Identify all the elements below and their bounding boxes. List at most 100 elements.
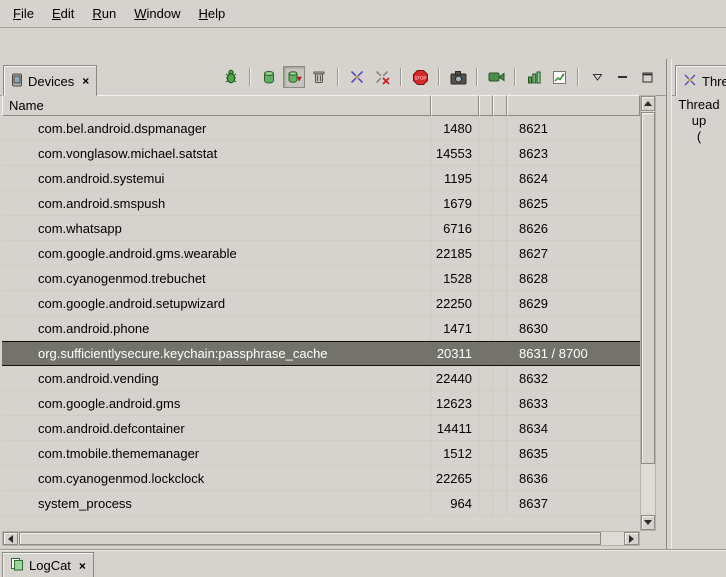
toolbar-separator bbox=[514, 68, 516, 86]
cell-spacer1 bbox=[479, 342, 493, 365]
stop-process-icon[interactable]: STOP bbox=[409, 66, 431, 88]
arrow-down-icon bbox=[644, 520, 652, 525]
scroll-right-button[interactable] bbox=[624, 532, 639, 545]
column-header-spacer2[interactable] bbox=[493, 95, 507, 116]
menu-run[interactable]: Run bbox=[83, 2, 125, 25]
cell-name: com.google.android.setupwizard bbox=[2, 291, 431, 315]
update-heap-icon[interactable] bbox=[258, 66, 280, 88]
cell-name: com.google.android.gms bbox=[2, 391, 431, 415]
cell-pid: 22185 bbox=[431, 241, 479, 265]
cell-spacer2 bbox=[493, 416, 507, 440]
cell-port: 8623 bbox=[507, 141, 640, 165]
cell-spacer1 bbox=[479, 466, 493, 490]
cause-gc-icon[interactable] bbox=[308, 66, 330, 88]
capture-systrace-icon[interactable] bbox=[548, 66, 570, 88]
cell-spacer2 bbox=[493, 166, 507, 190]
device-icon bbox=[11, 73, 23, 90]
toolbar-separator bbox=[400, 68, 402, 86]
column-header-name[interactable]: Name bbox=[2, 95, 431, 116]
cell-name: com.android.smspush bbox=[2, 191, 431, 215]
cell-spacer1 bbox=[479, 266, 493, 290]
table-row[interactable]: com.vonglasow.michael.satstat145538623 bbox=[2, 141, 640, 166]
close-icon[interactable]: × bbox=[82, 75, 89, 87]
tab-threads-label: Threads bbox=[702, 74, 726, 89]
cell-spacer1 bbox=[479, 241, 493, 265]
devices-toolbar: STOP bbox=[220, 66, 658, 88]
cell-port: 8637 bbox=[507, 491, 640, 515]
table-row[interactable]: com.bel.android.dspmanager14808621 bbox=[2, 116, 640, 141]
start-method-profiling-icon[interactable] bbox=[523, 66, 545, 88]
cell-name: com.bel.android.dspmanager bbox=[2, 116, 431, 140]
cell-spacer1 bbox=[479, 491, 493, 515]
table-row[interactable]: com.google.android.gms126238633 bbox=[2, 391, 640, 416]
column-header-spacer1[interactable] bbox=[479, 95, 493, 116]
table-row[interactable]: com.whatsapp67168626 bbox=[2, 216, 640, 241]
table-row[interactable]: system_process9648637 bbox=[2, 491, 640, 516]
vertical-scrollbar-thumb[interactable] bbox=[641, 112, 655, 464]
menu-edit[interactable]: Edit bbox=[43, 2, 83, 25]
table-row[interactable]: com.android.smspush16798625 bbox=[2, 191, 640, 216]
table-row[interactable]: com.cyanogenmod.lockclock222658636 bbox=[2, 466, 640, 491]
cell-pid: 1528 bbox=[431, 266, 479, 290]
table-row[interactable]: com.google.android.gms.wearable221858627 bbox=[2, 241, 640, 266]
close-icon[interactable]: × bbox=[79, 560, 86, 572]
scroll-left-button[interactable] bbox=[3, 532, 18, 545]
menu-window[interactable]: Window bbox=[125, 2, 189, 25]
cell-spacer1 bbox=[479, 191, 493, 215]
tab-devices-label: Devices bbox=[28, 74, 74, 89]
cell-spacer2 bbox=[493, 316, 507, 340]
debug-icon[interactable] bbox=[220, 66, 242, 88]
cell-spacer1 bbox=[479, 216, 493, 240]
table-row[interactable]: com.android.systemui11958624 bbox=[2, 166, 640, 191]
screen-capture-icon[interactable] bbox=[447, 66, 469, 88]
table-row[interactable]: org.sufficientlysecure.keychain:passphra… bbox=[2, 341, 640, 366]
cell-port: 8629 bbox=[507, 291, 640, 315]
cell-name: com.android.vending bbox=[2, 366, 431, 390]
horizontal-scrollbar[interactable] bbox=[2, 531, 640, 546]
cell-spacer2 bbox=[493, 191, 507, 215]
cell-port: 8625 bbox=[507, 191, 640, 215]
main-area: Devices × bbox=[0, 59, 726, 549]
table-row[interactable]: com.android.defcontainer144118634 bbox=[2, 416, 640, 441]
tab-logcat[interactable]: LogCat × bbox=[2, 552, 94, 577]
column-header-pid[interactable] bbox=[431, 95, 479, 116]
menu-file[interactable]: File bbox=[4, 2, 43, 25]
cell-name: com.android.systemui bbox=[2, 166, 431, 190]
threads-tabbar: Threads bbox=[672, 59, 726, 96]
table-row[interactable]: com.android.vending224408632 bbox=[2, 366, 640, 391]
update-threads-icon[interactable] bbox=[346, 66, 368, 88]
cell-name: com.android.phone bbox=[2, 316, 431, 340]
table-row[interactable]: com.cyanogenmod.trebuchet15288628 bbox=[2, 266, 640, 291]
screen-record-icon[interactable] bbox=[485, 66, 507, 88]
cell-port: 8634 bbox=[507, 416, 640, 440]
cell-pid: 964 bbox=[431, 491, 479, 515]
cell-spacer1 bbox=[479, 391, 493, 415]
cell-spacer2 bbox=[493, 141, 507, 165]
tab-devices[interactable]: Devices × bbox=[3, 65, 97, 96]
view-menu-icon[interactable] bbox=[586, 66, 608, 88]
cell-spacer1 bbox=[479, 116, 493, 140]
scroll-down-button[interactable] bbox=[641, 515, 655, 530]
table-row[interactable]: com.google.android.setupwizard222508629 bbox=[2, 291, 640, 316]
arrow-right-icon bbox=[629, 535, 634, 543]
table-row[interactable]: com.tmobile.thememanager15128635 bbox=[2, 441, 640, 466]
minimize-icon[interactable] bbox=[611, 66, 633, 88]
device-table-rows: com.bel.android.dspmanager14808621com.vo… bbox=[2, 116, 640, 516]
maximize-icon[interactable] bbox=[636, 66, 658, 88]
cell-name: com.android.defcontainer bbox=[2, 416, 431, 440]
dump-hprof-icon[interactable] bbox=[283, 66, 305, 88]
column-header-port[interactable] bbox=[507, 95, 640, 116]
tab-threads[interactable]: Threads bbox=[675, 65, 726, 96]
cell-pid: 14553 bbox=[431, 141, 479, 165]
menu-help[interactable]: Help bbox=[189, 2, 234, 25]
arrow-up-icon bbox=[644, 101, 652, 106]
table-row[interactable]: com.android.phone14718630 bbox=[2, 316, 640, 341]
horizontal-scrollbar-thumb[interactable] bbox=[19, 532, 601, 545]
cell-port: 8624 bbox=[507, 166, 640, 190]
cell-port: 8636 bbox=[507, 466, 640, 490]
toolbar-separator bbox=[476, 68, 478, 86]
vertical-scrollbar[interactable] bbox=[640, 95, 656, 531]
stop-threads-icon[interactable] bbox=[371, 66, 393, 88]
scroll-up-button[interactable] bbox=[641, 96, 655, 111]
cell-spacer1 bbox=[479, 366, 493, 390]
